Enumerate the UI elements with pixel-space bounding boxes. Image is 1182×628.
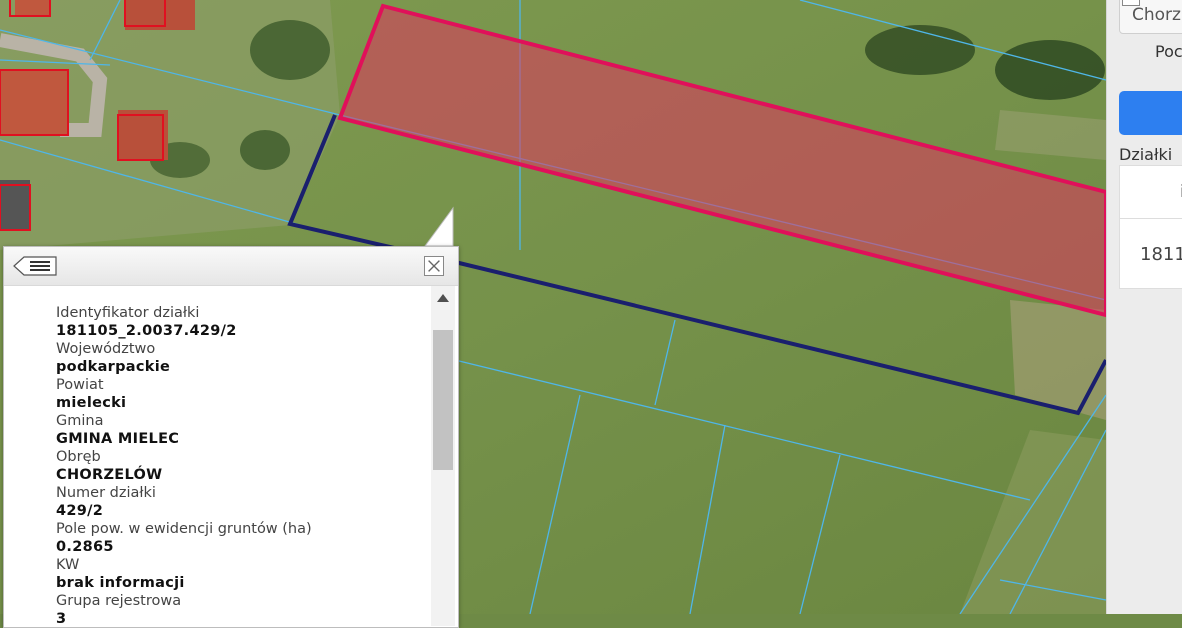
attr-value: 429/2 <box>56 503 104 519</box>
attr-value: mielecki <box>56 395 127 411</box>
attr-label: Pole pow. w ewidencji gruntów (ha) <box>56 521 312 537</box>
attr-label: Obręb <box>56 449 101 465</box>
attr-label: Powiat <box>56 377 104 393</box>
attr-value: podkarpackie <box>56 359 171 375</box>
attr-label: Gmina <box>56 413 104 429</box>
attr-value: CHORZELÓW <box>56 467 163 483</box>
side-panel: Chorz Poc Działki i 1811 <box>1106 0 1182 614</box>
parcel-info-popup: Identyfikator działki 181105_2.0037.429/… <box>3 246 459 628</box>
attr-label: Identyfikator działki <box>56 305 200 321</box>
parcels-table: i 1811 <box>1119 165 1182 289</box>
attr-value: 0.2865 <box>56 539 114 555</box>
house-roof <box>0 180 30 230</box>
table-cell[interactable]: 1811 <box>1140 244 1182 265</box>
attr-label: Numer działki <box>56 485 156 501</box>
popup-toolbar <box>4 247 458 286</box>
tree-cluster <box>250 20 330 80</box>
scrollbar-thumb[interactable] <box>433 330 453 470</box>
attr-value: 3 <box>56 611 67 626</box>
tree-cluster <box>240 130 290 170</box>
attr-value: brak informacji <box>56 575 185 591</box>
search-button[interactable] <box>1119 91 1182 135</box>
parcels-heading: Działki <box>1119 145 1173 164</box>
house-roof <box>0 70 68 135</box>
scroll-up-icon[interactable] <box>437 294 449 302</box>
attr-label: KW <box>56 557 80 573</box>
attr-value: GMINA MIELEC <box>56 431 180 447</box>
back-list-icon[interactable] <box>12 256 58 276</box>
attr-label: Grupa rejestrowa <box>56 593 182 609</box>
table-divider <box>1120 218 1182 219</box>
attr-value: 181105_2.0037.429/2 <box>56 323 237 339</box>
parcel-attributes: Identyfikator działki 181105_2.0037.429/… <box>4 286 430 626</box>
attr-label: Województwo <box>56 341 156 357</box>
popup-content: Identyfikator działki 181105_2.0037.429/… <box>4 286 430 626</box>
tree-cluster <box>995 40 1105 100</box>
house-roof <box>15 0 50 15</box>
house-roof <box>118 110 168 160</box>
popup-scrollbar[interactable] <box>431 286 455 626</box>
side-label: Poc <box>1155 42 1182 61</box>
checkbox-icon[interactable] <box>1122 0 1140 6</box>
tree-cluster <box>865 25 975 75</box>
close-icon[interactable] <box>424 256 444 276</box>
